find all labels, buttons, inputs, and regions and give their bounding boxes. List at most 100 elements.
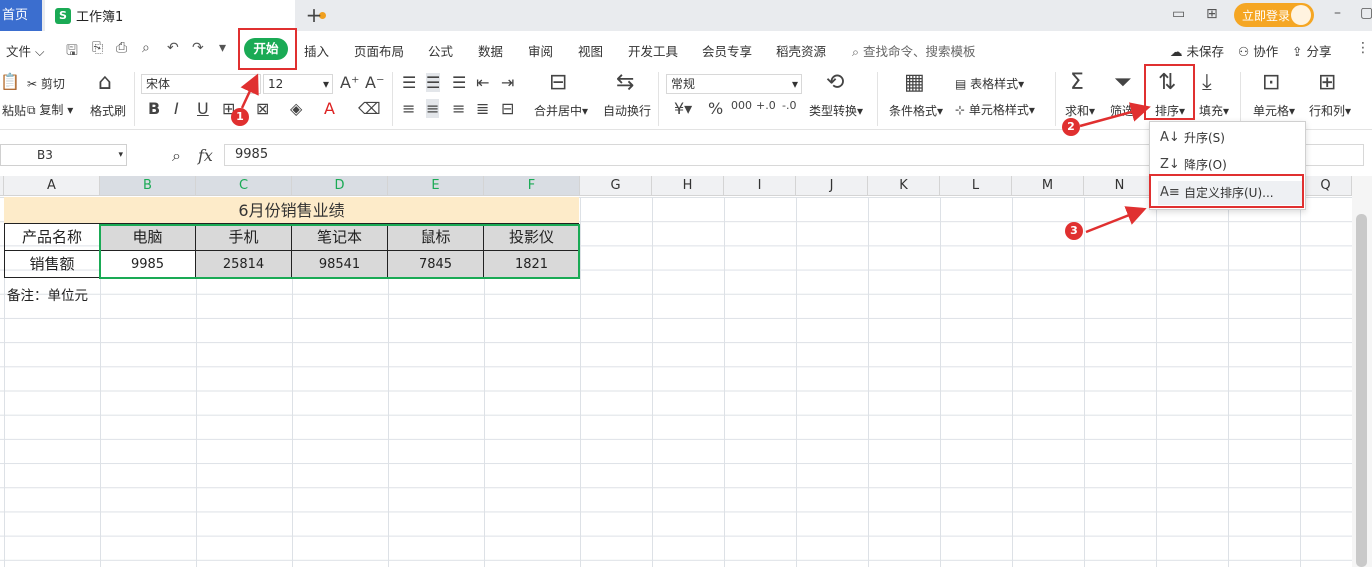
- paste-button[interactable]: 粘贴: [2, 102, 26, 119]
- fill-button[interactable]: 填充▾: [1199, 102, 1229, 119]
- cut-button[interactable]: ✂ 剪切: [27, 75, 65, 92]
- print-preview-icon[interactable]: ⌕: [142, 40, 150, 56]
- sum-icon[interactable]: Σ: [1070, 70, 1084, 95]
- sort-ascending-item[interactable]: A↓ 升序(S): [1158, 126, 1303, 150]
- col-header-q[interactable]: Q: [1300, 176, 1352, 196]
- row-header-sales[interactable]: 销售额: [4, 251, 100, 278]
- align-left-icon[interactable]: ≡: [402, 99, 415, 118]
- wrap-text-icon[interactable]: ⇆: [616, 70, 634, 95]
- minimize-icon[interactable]: –: [1334, 5, 1341, 21]
- fill-color-icon[interactable]: ◈: [290, 99, 302, 118]
- bold-icon[interactable]: B: [148, 99, 160, 118]
- wrap-text-button[interactable]: 自动换行: [603, 102, 651, 119]
- col-header-l[interactable]: L: [940, 176, 1012, 196]
- collab-button[interactable]: ⚇ 协作: [1238, 41, 1278, 60]
- menu-developer[interactable]: 开发工具: [628, 41, 678, 60]
- format-painter-icon[interactable]: ⌂: [98, 70, 112, 95]
- name-box[interactable]: B3 ▾: [0, 144, 127, 166]
- quick-access-dropdown-icon[interactable]: ▾: [219, 40, 226, 56]
- home-tab[interactable]: 首页: [0, 0, 42, 31]
- conditional-format-icon[interactable]: ▦: [904, 70, 925, 95]
- col-header-c[interactable]: C: [196, 176, 292, 196]
- undo-icon[interactable]: ↶: [167, 40, 179, 56]
- align-bottom-icon[interactable]: ☰: [452, 73, 466, 92]
- cell-button[interactable]: 单元格▾: [1253, 102, 1295, 119]
- fill-icon[interactable]: ⤓: [1202, 70, 1212, 95]
- font-color-icon[interactable]: A: [324, 99, 335, 118]
- format-painter-button[interactable]: 格式刷: [90, 102, 126, 119]
- font-decrease-icon[interactable]: A⁻: [365, 73, 384, 92]
- align-right-icon[interactable]: ≡: [452, 99, 465, 118]
- align-middle-icon[interactable]: ☰: [426, 73, 441, 92]
- note-cell[interactable]: 备注：单位元: [7, 284, 88, 304]
- col-header-h[interactable]: H: [652, 176, 724, 196]
- menu-file[interactable]: 文件 ⌵: [6, 41, 44, 60]
- unsaved-status[interactable]: ☁ 未保存: [1170, 41, 1224, 60]
- align-center-icon[interactable]: ≡: [426, 99, 440, 118]
- percent-icon[interactable]: %: [708, 99, 723, 118]
- share-button[interactable]: ⇪ 分享: [1292, 41, 1331, 60]
- col-header-e[interactable]: E: [388, 176, 484, 196]
- underline-icon[interactable]: U: [197, 99, 209, 118]
- more-icon[interactable]: ⋮: [1356, 40, 1370, 56]
- col-header-k[interactable]: K: [868, 176, 940, 196]
- zoom-formula-icon[interactable]: ⌕: [172, 146, 181, 166]
- sheet-title-cell[interactable]: 6月份销售业绩: [4, 197, 579, 224]
- conditional-format-button[interactable]: 条件格式▾: [889, 102, 943, 119]
- print-icon[interactable]: ⎙: [116, 40, 127, 56]
- increase-decimal-icon[interactable]: +.0: [756, 99, 776, 112]
- row-col-icon[interactable]: ⊞: [1318, 70, 1336, 95]
- redo-icon[interactable]: ↷: [192, 40, 204, 56]
- workbook-tab[interactable]: S 工作簿1: [45, 0, 326, 31]
- italic-icon[interactable]: I: [174, 99, 179, 118]
- indent-decrease-icon[interactable]: ⇤: [476, 73, 489, 92]
- save-icon[interactable]: 🖫: [66, 40, 78, 64]
- currency-icon[interactable]: ¥▾: [674, 99, 692, 118]
- indent-increase-icon[interactable]: ⇥: [501, 73, 514, 92]
- cell-icon[interactable]: ⊡: [1262, 70, 1280, 95]
- login-button[interactable]: 立即登录: [1234, 3, 1314, 27]
- grid-apps-icon[interactable]: ⊞: [1206, 6, 1218, 22]
- col-header-j[interactable]: J: [796, 176, 868, 196]
- align-top-icon[interactable]: ☰: [402, 73, 416, 92]
- copy-button[interactable]: ⧉ 复制 ▾: [27, 101, 73, 118]
- font-size-select[interactable]: 12 ▾: [263, 74, 333, 94]
- sum-button[interactable]: 求和▾: [1065, 102, 1095, 119]
- menu-view[interactable]: 视图: [578, 41, 603, 60]
- col-header-a[interactable]: A: [4, 176, 100, 196]
- type-convert-button[interactable]: 类型转换▾: [809, 102, 863, 119]
- col-header-f[interactable]: F: [484, 176, 580, 196]
- filter-icon[interactable]: ⏷: [1114, 70, 1132, 95]
- menu-page-layout[interactable]: 页面布局: [354, 41, 404, 60]
- vertical-scrollbar[interactable]: [1352, 176, 1372, 567]
- command-search[interactable]: ⌕ 查找命令、搜索模板: [852, 41, 976, 60]
- menu-data[interactable]: 数据: [478, 41, 503, 60]
- col-header-i[interactable]: I: [724, 176, 796, 196]
- col-header-n[interactable]: N: [1084, 176, 1156, 196]
- col-header-g[interactable]: G: [580, 176, 652, 196]
- cell-style-button[interactable]: ⊹ 单元格样式▾: [955, 101, 1035, 118]
- layout-icon[interactable]: ▭: [1172, 6, 1185, 22]
- distribute-icon[interactable]: ⊟: [501, 99, 514, 118]
- merge-center-button[interactable]: 合并居中▾: [534, 102, 588, 119]
- font-increase-icon[interactable]: A⁺: [340, 73, 359, 92]
- decrease-decimal-icon[interactable]: -.0: [782, 99, 796, 112]
- clear-format-icon[interactable]: ⌫: [358, 99, 381, 118]
- number-format-select[interactable]: 常规 ▾: [666, 74, 802, 94]
- col-header-d[interactable]: D: [292, 176, 388, 196]
- fx-icon[interactable]: fx: [198, 146, 213, 165]
- table-style-button[interactable]: ▤ 表格样式▾: [955, 75, 1024, 92]
- paste-icon[interactable]: 📋: [0, 72, 20, 91]
- thousands-icon[interactable]: 000: [731, 99, 752, 112]
- type-convert-icon[interactable]: ⟲: [826, 70, 844, 95]
- menu-docer-resources[interactable]: 稻壳资源: [776, 41, 826, 60]
- menu-member[interactable]: 会员专享: [702, 41, 752, 60]
- filter-button[interactable]: 筛选: [1110, 102, 1134, 119]
- merge-center-icon[interactable]: ⊟: [549, 70, 567, 95]
- scrollbar-thumb[interactable]: [1356, 214, 1367, 567]
- menu-review[interactable]: 审阅: [528, 41, 553, 60]
- menu-formula[interactable]: 公式: [428, 41, 453, 60]
- col-header-b[interactable]: B: [100, 176, 196, 196]
- menu-insert[interactable]: 插入: [304, 41, 329, 60]
- row-col-button[interactable]: 行和列▾: [1309, 102, 1351, 119]
